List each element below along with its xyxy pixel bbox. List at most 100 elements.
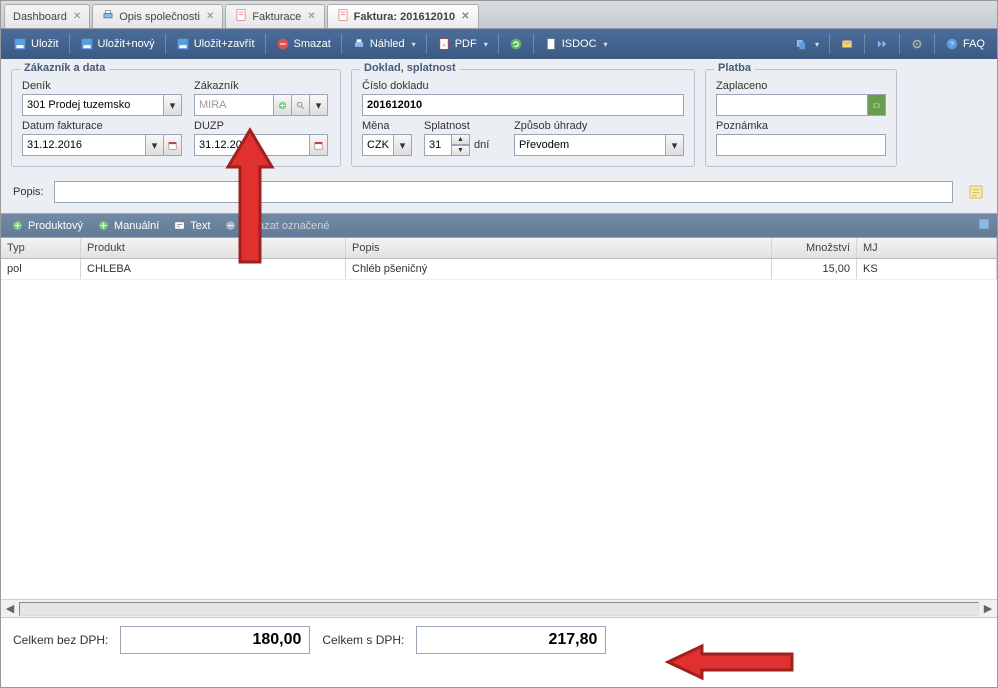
save-close-button[interactable]: Uložit+zavřít bbox=[170, 34, 261, 54]
mena-label: Měna bbox=[362, 120, 412, 132]
horizontal-scrollbar[interactable]: ◀ ▶ bbox=[1, 599, 997, 617]
search-icon[interactable] bbox=[292, 94, 310, 116]
table-row[interactable]: pol CHLEBA Chléb pšeničný 15,00 KS bbox=[1, 259, 997, 280]
calendar-icon[interactable] bbox=[164, 134, 182, 156]
add-manualni-button[interactable]: Manuální bbox=[93, 217, 163, 234]
spinner-down[interactable]: ▼ bbox=[452, 145, 470, 156]
label: Smazat označené bbox=[241, 220, 329, 232]
grid-body: pol CHLEBA Chléb pšeničný 15,00 KS bbox=[1, 259, 997, 599]
forward-button[interactable] bbox=[869, 34, 895, 54]
popis-input[interactable] bbox=[54, 181, 953, 203]
calendar-icon[interactable] bbox=[310, 134, 328, 156]
zaplaceno-input[interactable] bbox=[716, 94, 868, 116]
mail-button[interactable] bbox=[834, 34, 860, 54]
duzp-input[interactable] bbox=[194, 134, 310, 156]
isdoc-label: ISDOC bbox=[562, 38, 597, 50]
col-typ[interactable]: Typ bbox=[1, 238, 81, 258]
disk-icon bbox=[13, 37, 27, 51]
chevron-down-icon[interactable]: ▾ bbox=[394, 134, 412, 156]
save-new-label: Uložit+nový bbox=[98, 38, 155, 50]
duzp-label: DUZP bbox=[194, 120, 330, 132]
separator bbox=[829, 34, 830, 54]
refresh-button[interactable] bbox=[503, 34, 529, 54]
invoice-icon bbox=[336, 8, 350, 25]
delete-selected-button[interactable]: Smazat označené bbox=[220, 217, 333, 234]
tab-label: Fakturace bbox=[252, 11, 301, 23]
chevron-down-icon[interactable]: ▾ bbox=[164, 94, 182, 116]
cell-popis: Chléb pšeničný bbox=[346, 259, 772, 279]
save-close-label: Uložit+zavřít bbox=[194, 38, 255, 50]
notes-icon[interactable] bbox=[967, 183, 985, 201]
grid-settings-icon[interactable] bbox=[977, 217, 991, 234]
copy-button[interactable] bbox=[788, 34, 825, 54]
splatnost-input[interactable] bbox=[424, 134, 452, 156]
zakaznik-label: Zákazník bbox=[194, 80, 330, 92]
tab-fakturace[interactable]: Fakturace ✕ bbox=[225, 4, 324, 28]
preview-button[interactable]: Náhled bbox=[346, 34, 422, 54]
datum-label: Datum fakturace bbox=[22, 120, 182, 132]
total-bez-label: Celkem bez DPH: bbox=[13, 633, 108, 647]
datum-input[interactable] bbox=[22, 134, 146, 156]
fast-forward-icon bbox=[875, 37, 889, 51]
close-icon[interactable]: ✕ bbox=[73, 11, 81, 22]
legend: Zákazník a data bbox=[20, 62, 109, 74]
tab-faktura-detail[interactable]: Faktura: 201612010 ✕ bbox=[327, 4, 479, 28]
form-area: Zákazník a data Deník ▾ Zákazník ▾ bbox=[1, 59, 997, 177]
tab-opis[interactable]: Opis společnosti ✕ bbox=[92, 4, 223, 28]
delete-button[interactable]: Smazat bbox=[270, 34, 337, 54]
separator bbox=[533, 34, 534, 54]
zpusob-label: Způsob úhrady bbox=[514, 120, 684, 132]
document-icon bbox=[544, 37, 558, 51]
refresh-icon bbox=[509, 37, 523, 51]
cell-typ: pol bbox=[1, 259, 81, 279]
poznamka-input[interactable] bbox=[716, 134, 886, 156]
add-text-button[interactable]: Text bbox=[169, 217, 214, 234]
grid-toolbar: Produktový Manuální Text Smazat označené bbox=[1, 213, 997, 238]
pdf-icon: A bbox=[437, 37, 451, 51]
popis-label: Popis: bbox=[13, 186, 44, 198]
zakaznik-input[interactable] bbox=[194, 94, 274, 116]
svg-text:?: ? bbox=[950, 41, 954, 48]
col-popis[interactable]: Popis bbox=[346, 238, 772, 258]
tab-label: Opis společnosti bbox=[119, 11, 200, 23]
chevron-down-icon[interactable]: ▾ bbox=[146, 134, 164, 156]
scroll-track[interactable] bbox=[19, 602, 979, 616]
splatnost-unit: dní bbox=[474, 139, 489, 151]
pdf-button[interactable]: A PDF bbox=[431, 34, 494, 54]
scroll-left-icon[interactable]: ◀ bbox=[1, 602, 19, 615]
tab-dashboard[interactable]: Dashboard ✕ bbox=[4, 4, 90, 28]
tab-label: Dashboard bbox=[13, 11, 67, 23]
printer-icon bbox=[352, 37, 366, 51]
col-mnozstvi[interactable]: Množství bbox=[772, 238, 857, 258]
close-icon[interactable]: ✕ bbox=[307, 11, 315, 22]
add-icon[interactable] bbox=[274, 94, 292, 116]
disk-icon bbox=[80, 37, 94, 51]
plus-circle-icon bbox=[11, 219, 24, 232]
isdoc-button[interactable]: ISDOC bbox=[538, 34, 614, 54]
zpusob-input[interactable] bbox=[514, 134, 666, 156]
faq-button[interactable]: ? FAQ bbox=[939, 34, 991, 54]
close-icon[interactable]: ✕ bbox=[461, 11, 469, 22]
totals-bar: Celkem bez DPH: Celkem s DPH: bbox=[1, 617, 997, 662]
spinner-up[interactable]: ▲ bbox=[452, 134, 470, 145]
col-produkt[interactable]: Produkt bbox=[81, 238, 346, 258]
total-bez-value bbox=[120, 626, 310, 654]
mena-input[interactable] bbox=[362, 134, 394, 156]
col-mj[interactable]: MJ bbox=[857, 238, 997, 258]
close-icon[interactable]: ✕ bbox=[206, 11, 214, 22]
add-produktovy-button[interactable]: Produktový bbox=[7, 217, 87, 234]
chevron-down-icon[interactable]: ▾ bbox=[310, 94, 328, 116]
label: Text bbox=[190, 220, 210, 232]
legend: Doklad, splatnost bbox=[360, 62, 460, 74]
save-button[interactable]: Uložit bbox=[7, 34, 65, 54]
denik-input[interactable] bbox=[22, 94, 164, 116]
scroll-right-icon[interactable]: ▶ bbox=[979, 602, 997, 615]
settings-button[interactable] bbox=[904, 34, 930, 54]
label: Produktový bbox=[28, 220, 83, 232]
money-icon[interactable] bbox=[868, 94, 886, 116]
save-label: Uložit bbox=[31, 38, 59, 50]
save-new-button[interactable]: Uložit+nový bbox=[74, 34, 161, 54]
disk-icon bbox=[176, 37, 190, 51]
cislo-input[interactable] bbox=[362, 94, 684, 116]
chevron-down-icon[interactable]: ▾ bbox=[666, 134, 684, 156]
